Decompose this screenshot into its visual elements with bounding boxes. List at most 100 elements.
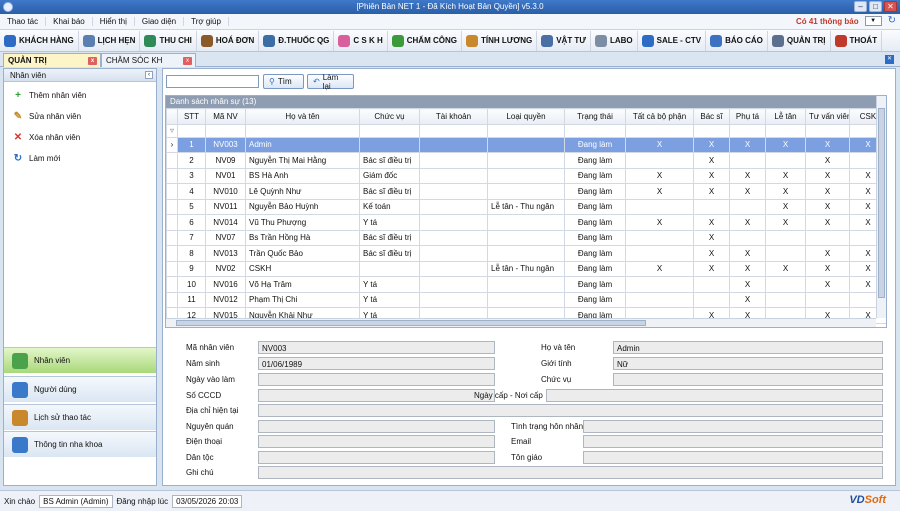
- nav-nhan-vien[interactable]: Nhân viên: [4, 347, 156, 373]
- ngay-vao-field[interactable]: [258, 373, 495, 386]
- email-field[interactable]: [583, 435, 883, 448]
- column-header[interactable]: Tư vấn viên: [805, 108, 850, 125]
- column-header[interactable]: STT: [177, 108, 206, 125]
- filter-icon[interactable]: ▿: [166, 123, 178, 138]
- action-refresh[interactable]: ↻ Làm mới: [4, 148, 156, 169]
- toolbar-button-6[interactable]: CHẤM CÔNG: [388, 30, 462, 51]
- toolbar-button-4[interactable]: Đ.THUỐC QG: [259, 30, 335, 51]
- filter-cell[interactable]: [805, 123, 850, 138]
- table-row[interactable]: 8 NV013 Trần Quốc Bảo Bác sĩ điều trị Đang l…: [166, 245, 886, 262]
- menu-hien-thi[interactable]: Hiển thị: [93, 17, 135, 26]
- column-header[interactable]: Tài khoản: [419, 108, 488, 125]
- nav-thong-tin[interactable]: Thông tin nha khoa: [4, 431, 156, 457]
- toolbar-button-5[interactable]: C S K H: [334, 30, 388, 51]
- tab-close-icon[interactable]: x: [183, 57, 192, 65]
- filter-cell[interactable]: [765, 123, 806, 138]
- filter-cell[interactable]: [564, 123, 626, 138]
- tab-close-icon[interactable]: x: [88, 57, 97, 65]
- filter-row[interactable]: ▿: [166, 123, 886, 138]
- dan-toc-field[interactable]: [258, 451, 495, 464]
- column-header[interactable]: Lễ tân: [765, 108, 806, 125]
- filter-cell[interactable]: [419, 123, 488, 138]
- nguyen-quan-field[interactable]: [258, 420, 495, 433]
- table-row[interactable]: 6 NV014 Vũ Thu Phượng Y tá Đang làm X X X X X X: [166, 214, 886, 231]
- cccd-field[interactable]: [258, 389, 495, 402]
- table-cell: Y tá: [359, 214, 420, 231]
- toolbar-button-12[interactable]: QUẢN TRỊ: [768, 30, 831, 51]
- filter-cell[interactable]: [729, 123, 766, 138]
- table-cell: X: [765, 167, 806, 184]
- column-header[interactable]: Mã NV: [205, 108, 246, 125]
- column-header[interactable]: Phụ tá: [729, 108, 766, 125]
- menu-tro-giup[interactable]: Trợ giúp: [184, 17, 229, 26]
- ho-ten-field[interactable]: Admin: [613, 341, 883, 354]
- column-header[interactable]: Bác sĩ: [693, 108, 730, 125]
- search-button[interactable]: ⚲ Tìm: [263, 74, 304, 89]
- action-add[interactable]: + Thêm nhân viên: [4, 85, 156, 106]
- toolbar-button-10[interactable]: SALE - CTV: [638, 30, 707, 51]
- refresh-icon[interactable]: ↻: [888, 16, 896, 26]
- ma-nv-field[interactable]: NV003: [258, 341, 495, 354]
- table-row[interactable]: 5 NV011 Nguyễn Bảo Huỳnh Kế toán Lễ tân - Th…: [166, 198, 886, 215]
- tab-cham-soc-kh[interactable]: CHĂM SÓC KH x: [101, 53, 196, 67]
- menu-giao-dien[interactable]: Giao diện: [135, 17, 185, 26]
- dien-thoai-field[interactable]: [258, 435, 495, 448]
- menu-thao-tac[interactable]: Thao tác: [0, 17, 47, 26]
- ton-giao-field[interactable]: [583, 451, 883, 464]
- toolbar-button-3[interactable]: HOÁ ĐƠN: [197, 30, 260, 51]
- action-edit[interactable]: ✎ Sửa nhân viên: [4, 106, 156, 127]
- nav-lich-su[interactable]: Lịch sử thao tác: [4, 404, 156, 430]
- toolbar-button-1[interactable]: LỊCH HẸN: [79, 30, 141, 51]
- collapse-icon[interactable]: ‹: [145, 71, 153, 79]
- hon-nhan-field[interactable]: [583, 420, 883, 433]
- column-header[interactable]: Chức vụ: [359, 108, 420, 125]
- filter-cell[interactable]: [205, 123, 246, 138]
- toolbar-button-9[interactable]: LABO: [591, 30, 638, 51]
- menu-khai-bao[interactable]: Khai báo: [46, 17, 93, 26]
- action-delete[interactable]: ✕ Xóa nhân viên: [4, 127, 156, 148]
- nam-sinh-field[interactable]: 01/06/1989: [258, 357, 495, 370]
- filter-cell[interactable]: [487, 123, 565, 138]
- column-header[interactable]: Loại quyền: [487, 108, 565, 125]
- ghi-chu-field[interactable]: [258, 466, 883, 479]
- maximize-button[interactable]: □: [869, 1, 882, 12]
- reset-button[interactable]: ↶ Làm lại: [307, 73, 354, 91]
- notification-count[interactable]: Có 41 thông báo: [796, 17, 859, 26]
- table-cell: Bs Trần Hồng Hà: [245, 229, 360, 246]
- column-header[interactable]: Họ và tên: [245, 108, 360, 125]
- ngay-cap-field[interactable]: [546, 389, 883, 402]
- dia-chi-field[interactable]: [258, 404, 883, 417]
- search-input[interactable]: [166, 75, 259, 88]
- toolbar-button-7[interactable]: TÍNH LƯƠNG: [462, 30, 538, 51]
- table-row[interactable]: 9 NV02 CSKH Lễ tân - Thu ngân Đang làm X X X X X X: [166, 260, 886, 277]
- toolbar-button-0[interactable]: KHÁCH HÀNG: [0, 30, 79, 51]
- filter-cell[interactable]: [177, 123, 206, 138]
- chuc-vu-field[interactable]: [613, 373, 883, 386]
- table-row[interactable]: 4 NV010 Lê Quỳnh Như Bác sĩ điều trị Đang là…: [166, 183, 886, 200]
- tab-quan-tri[interactable]: QUẢN TRỊ x: [3, 53, 101, 67]
- filter-cell[interactable]: [693, 123, 730, 138]
- table-row[interactable]: 11 NV012 Phạm Thị Chi Y tá Đang làm X: [166, 291, 886, 308]
- table-row[interactable]: 10 NV016 Võ Hạ Trâm Y tá Đang làm X X X: [166, 276, 886, 293]
- table-row[interactable]: 3 NV01 BS Hà Anh Giám đốc Đang làm X X X X X X: [166, 167, 886, 184]
- toolbar-button-8[interactable]: VẬT TƯ: [537, 30, 591, 51]
- filter-cell[interactable]: [245, 123, 360, 138]
- nav-nguoi-dung[interactable]: Người dùng: [4, 376, 156, 402]
- filter-cell[interactable]: [359, 123, 420, 138]
- filter-cell[interactable]: [625, 123, 694, 138]
- gioi-tinh-field[interactable]: Nữ: [613, 357, 883, 370]
- grid-vertical-scrollbar[interactable]: [876, 96, 886, 318]
- toolbar-button-13[interactable]: THOÁT: [831, 30, 883, 51]
- grid-horizontal-scrollbar[interactable]: [166, 318, 876, 327]
- close-button[interactable]: ✕: [884, 1, 897, 12]
- close-all-icon[interactable]: ✕: [885, 55, 894, 64]
- column-header[interactable]: Tất cả bộ phận: [625, 108, 694, 125]
- notification-dropdown[interactable]: ▼: [864, 16, 882, 26]
- minimize-button[interactable]: –: [854, 1, 867, 12]
- toolbar-button-2[interactable]: THU CHI: [140, 30, 197, 51]
- table-row[interactable]: 7 NV07 Bs Trần Hồng Hà Bác sĩ điều trị Đang …: [166, 229, 886, 246]
- toolbar-button-11[interactable]: BÁO CÁO: [706, 30, 768, 51]
- table-row[interactable]: › 1 NV003 Admin Đang làm X X X X X X: [166, 136, 886, 153]
- column-header[interactable]: Trạng thái: [564, 108, 626, 125]
- table-row[interactable]: 2 NV09 Nguyễn Thị Mai Hằng Bác sĩ điều trị Đ…: [166, 152, 886, 169]
